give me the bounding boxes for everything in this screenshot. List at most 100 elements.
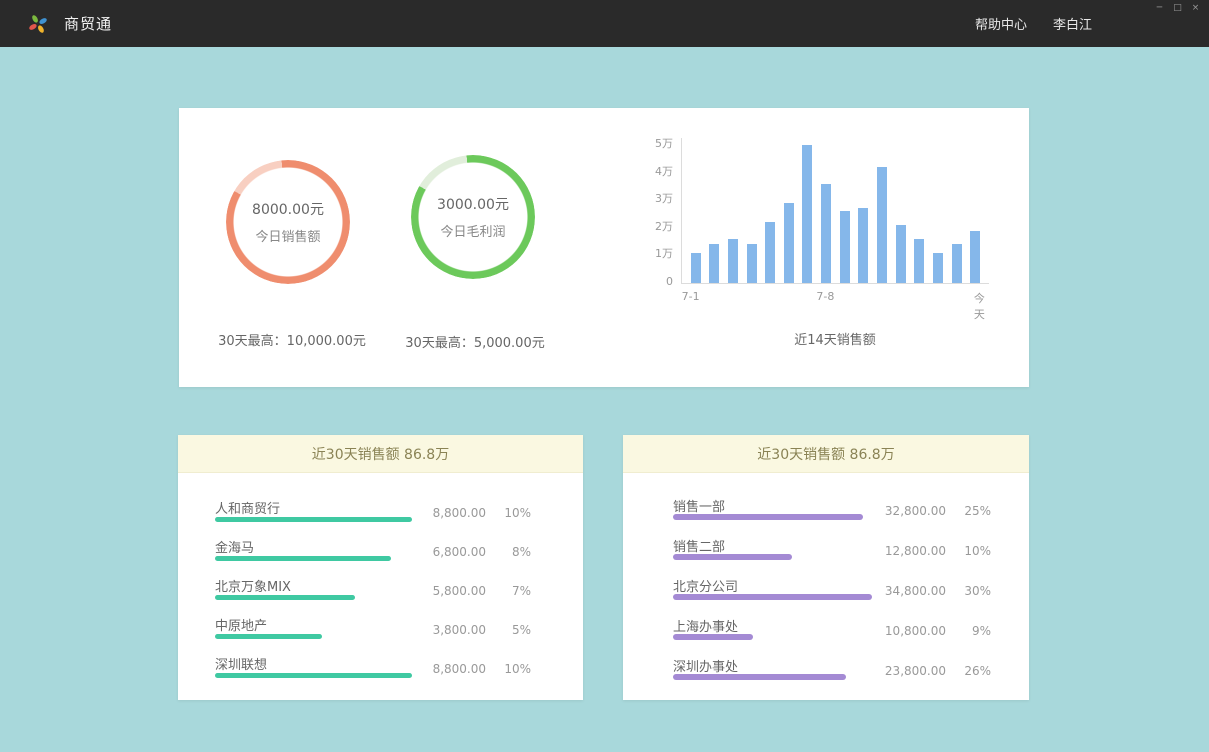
- department-name: 销售二部: [673, 540, 725, 555]
- customer-percent: 10%: [499, 662, 531, 676]
- chart-y-tick: 1万: [655, 248, 673, 260]
- row-values: 23,800.00 26%: [885, 664, 991, 678]
- department-name: 上海办事处: [673, 620, 738, 635]
- department-percent: 30%: [959, 584, 991, 598]
- sales-30day-max: 30天最高：10,000.00元: [188, 330, 396, 349]
- close-icon[interactable]: ×: [1188, 2, 1203, 15]
- customer-bar: [215, 673, 412, 678]
- customer-bar: [215, 595, 355, 600]
- department-amount: 10,800.00: [885, 624, 946, 638]
- chart-x-tick: 7-8: [816, 290, 834, 303]
- customer-sales-rows: 人和商贸行 8,800.00 10% 金海马 6,800.00 8% 北京万象M…: [178, 473, 583, 693]
- profit-30day-max: 30天最高：5,000.00元: [371, 332, 579, 351]
- table-row: 北京分公司 34,800.00 30%: [673, 576, 991, 616]
- table-row: 销售一部 32,800.00 25%: [673, 496, 991, 536]
- chart-bar: [784, 203, 794, 283]
- overview-card: 8000.00元 今日销售额 30天最高：10,000.00元 3000.00元…: [179, 108, 1029, 387]
- customer-name: 深圳联想: [215, 658, 267, 673]
- department-sales-card: 近30天销售额 86.8万 销售一部 32,800.00 25% 销售二部 12…: [623, 435, 1029, 700]
- row-values: 5,800.00 7%: [433, 584, 531, 598]
- chart-bar: [765, 222, 775, 283]
- titlebar-right: 帮助中心 李白江: [975, 14, 1209, 33]
- bar-chart-ylabels: 5万4万3万2万1万0: [647, 138, 681, 284]
- customer-name: 金海马: [215, 541, 254, 556]
- department-bar: [673, 514, 863, 520]
- chart-bar: [896, 225, 906, 283]
- profit-today-donut: 3000.00元 今日毛利润: [411, 155, 535, 279]
- department-amount: 23,800.00: [885, 664, 946, 678]
- chart-bar: [802, 145, 812, 283]
- chart-caption: 近14天销售额: [681, 329, 989, 348]
- customer-percent: 5%: [499, 623, 531, 637]
- sales-today-donut: 8000.00元 今日销售额: [226, 160, 350, 284]
- chart-bar: [747, 244, 757, 283]
- department-percent: 25%: [959, 504, 991, 518]
- profit-today-text: 3000.00元 今日毛利润: [411, 155, 535, 279]
- minimize-icon[interactable]: ─: [1152, 2, 1167, 15]
- table-row: 深圳办事处 23,800.00 26%: [673, 656, 991, 696]
- sales-14day-chart: 5万4万3万2万1万0 7-17-8今天 近14天销售额: [647, 138, 1007, 348]
- chart-bar: [691, 253, 701, 283]
- customer-percent: 7%: [499, 584, 531, 598]
- department-amount: 32,800.00: [885, 504, 946, 518]
- row-values: 6,800.00 8%: [433, 545, 531, 559]
- chart-bar: [952, 244, 962, 283]
- bar-chart-xlabels: 7-17-8今天: [681, 290, 989, 305]
- customer-sales-card-title: 近30天销售额 86.8万: [178, 435, 583, 473]
- chart-bar: [728, 239, 738, 283]
- chart-y-tick: 2万: [655, 221, 673, 233]
- profit-today-label: 今日毛利润: [440, 221, 505, 240]
- department-bar: [673, 554, 792, 560]
- row-values: 12,800.00 10%: [885, 544, 991, 558]
- chart-bar: [840, 211, 850, 283]
- table-row: 销售二部 12,800.00 10%: [673, 536, 991, 576]
- customer-name: 北京万象MIX: [215, 580, 291, 595]
- row-values: 3,800.00 5%: [433, 623, 531, 637]
- department-name: 销售一部: [673, 500, 725, 515]
- chart-area: 5万4万3万2万1万0: [647, 138, 1007, 284]
- chart-x-tick: 今天: [974, 290, 985, 322]
- customer-sales-card: 近30天销售额 86.8万 人和商贸行 8,800.00 10% 金海马 6,8…: [178, 435, 583, 700]
- table-row: 北京万象MIX 5,800.00 7%: [215, 576, 531, 615]
- chart-bar: [709, 244, 719, 283]
- chart-bar: [914, 239, 924, 283]
- department-sales-rows: 销售一部 32,800.00 25% 销售二部 12,800.00 10% 北京…: [623, 473, 1029, 696]
- customer-bar: [215, 634, 322, 639]
- department-percent: 26%: [959, 664, 991, 678]
- customer-bar: [215, 556, 391, 561]
- sales-today-value: 8000.00元: [252, 199, 324, 219]
- row-values: 8,800.00 10%: [433, 662, 531, 676]
- chart-bar: [821, 184, 831, 283]
- department-sales-card-title: 近30天销售额 86.8万: [623, 435, 1029, 473]
- maximize-icon[interactable]: □: [1170, 2, 1185, 15]
- chart-bar: [877, 167, 887, 283]
- row-values: 8,800.00 10%: [433, 506, 531, 520]
- department-bar: [673, 634, 753, 640]
- department-name: 北京分公司: [673, 580, 738, 595]
- customer-amount: 6,800.00: [433, 545, 486, 559]
- customer-bar: [215, 517, 412, 522]
- sales-today-label: 今日销售额: [255, 226, 320, 245]
- chart-bar: [970, 231, 980, 283]
- table-row: 深圳联想 8,800.00 10%: [215, 654, 531, 693]
- table-row: 人和商贸行 8,800.00 10%: [215, 498, 531, 537]
- help-center-link[interactable]: 帮助中心: [975, 14, 1027, 33]
- customer-name: 中原地产: [215, 619, 267, 634]
- table-row: 中原地产 3,800.00 5%: [215, 615, 531, 654]
- table-row: 金海马 6,800.00 8%: [215, 537, 531, 576]
- customer-percent: 10%: [499, 506, 531, 520]
- department-percent: 10%: [959, 544, 991, 558]
- department-percent: 9%: [959, 624, 991, 638]
- row-values: 10,800.00 9%: [885, 624, 991, 638]
- department-bar: [673, 594, 872, 600]
- username-menu[interactable]: 李白江: [1053, 14, 1092, 33]
- table-row: 上海办事处 10,800.00 9%: [673, 616, 991, 656]
- customer-amount: 8,800.00: [433, 662, 486, 676]
- chart-y-tick: 3万: [655, 193, 673, 205]
- window-controls: ─ □ ×: [1152, 2, 1203, 15]
- chart-y-tick: 0: [666, 276, 673, 288]
- chart-bar: [858, 208, 868, 283]
- department-amount: 12,800.00: [885, 544, 946, 558]
- chart-x-tick: 7-1: [682, 290, 700, 303]
- titlebar: 商贸通 帮助中心 李白江 ─ □ ×: [0, 0, 1209, 47]
